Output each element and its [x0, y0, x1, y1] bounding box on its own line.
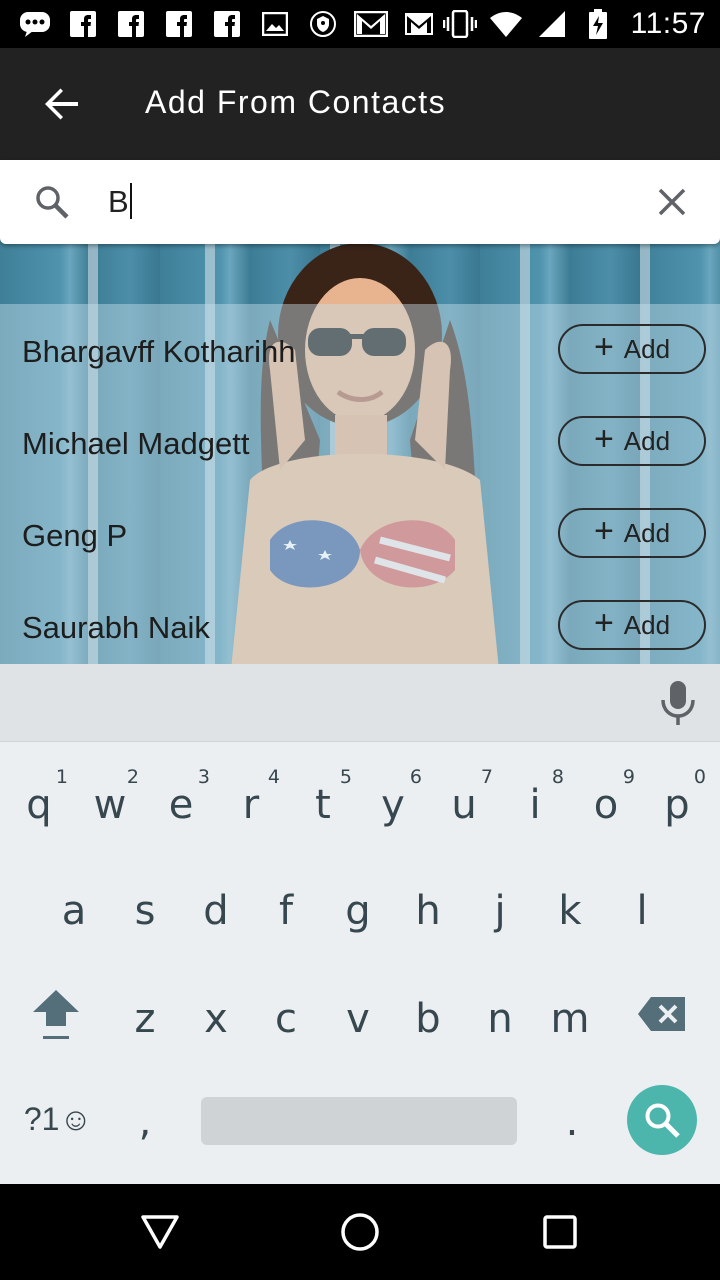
- shift-icon: [33, 990, 79, 1039]
- contact-name: Geng P: [22, 518, 128, 553]
- key-b[interactable]: b: [393, 966, 463, 1066]
- search-input[interactable]: [108, 178, 628, 226]
- key-i[interactable]: 8i: [500, 752, 570, 852]
- chat-icon: [18, 9, 52, 39]
- close-icon: [658, 188, 686, 216]
- nav-home-button[interactable]: [340, 1212, 380, 1252]
- key-e[interactable]: 3e: [146, 752, 216, 852]
- clear-search-button[interactable]: [648, 178, 696, 226]
- key-f[interactable]: f: [251, 858, 321, 958]
- notification-icons: [18, 8, 436, 40]
- search-icon: [645, 1103, 680, 1138]
- image-icon: [258, 9, 292, 39]
- list-item: Bhargavff Kotharihh + Add: [0, 304, 720, 396]
- nav-back-button[interactable]: [140, 1212, 180, 1252]
- key-q[interactable]: 1q: [4, 752, 74, 852]
- key-a[interactable]: a: [39, 858, 109, 958]
- period-key[interactable]: .: [537, 1069, 607, 1169]
- facebook-icon: [210, 9, 244, 39]
- key-p[interactable]: 0p: [642, 752, 712, 852]
- comma-key[interactable]: ,: [110, 1069, 180, 1169]
- microphone-icon: [661, 681, 695, 725]
- key-j[interactable]: j: [465, 858, 535, 958]
- contact-name: Bhargavff Kotharihh: [22, 334, 296, 369]
- key-z[interactable]: z: [110, 966, 180, 1066]
- list-item: Michael Madgett + Add: [0, 396, 720, 488]
- key-s[interactable]: s: [110, 858, 180, 958]
- key-w[interactable]: 2w: [75, 752, 145, 852]
- add-label: Add: [623, 333, 671, 364]
- page-title: Add From Contacts: [145, 84, 447, 120]
- status-bar: 11:57: [0, 0, 720, 48]
- search-bar: [0, 160, 720, 244]
- add-label: Add: [623, 425, 671, 456]
- gmail-icon: [354, 9, 388, 39]
- shift-key[interactable]: [16, 964, 96, 1064]
- nav-recents-button[interactable]: [540, 1212, 580, 1252]
- plus-icon: +: [593, 328, 614, 366]
- key-x[interactable]: x: [181, 966, 251, 1066]
- search-icon: [30, 182, 74, 222]
- list-item: Saurabh Naik + Add: [0, 580, 720, 672]
- facebook-icon: [162, 9, 196, 39]
- key-y[interactable]: 6y: [358, 752, 428, 852]
- list-item: Geng P + Add: [0, 488, 720, 580]
- add-label: Add: [623, 609, 671, 640]
- key-k[interactable]: k: [535, 858, 605, 958]
- plus-icon: +: [593, 512, 614, 550]
- add-contact-button[interactable]: + Add: [558, 600, 706, 650]
- facebook-icon: [66, 9, 100, 39]
- suggestion-strip: [0, 664, 720, 742]
- gmail-icon: [402, 9, 436, 39]
- plus-icon: +: [593, 604, 614, 642]
- app-bar: Add From Contacts: [0, 48, 720, 160]
- key-r[interactable]: 4r: [216, 752, 286, 852]
- square-recents-icon: [543, 1215, 577, 1249]
- back-button[interactable]: [30, 72, 94, 136]
- key-h[interactable]: h: [393, 858, 463, 958]
- key-d[interactable]: d: [181, 858, 251, 958]
- key-c[interactable]: c: [251, 966, 321, 1066]
- key-g[interactable]: g: [323, 858, 393, 958]
- symbols-key[interactable]: ?1☺: [18, 1089, 98, 1149]
- clock: 11:57: [630, 7, 706, 40]
- key-n[interactable]: n: [465, 966, 535, 1066]
- navigation-bar: [0, 1184, 720, 1280]
- key-o[interactable]: 9o: [571, 752, 641, 852]
- key-l[interactable]: l: [607, 858, 677, 958]
- add-contact-button[interactable]: + Add: [558, 324, 706, 374]
- space-key[interactable]: [201, 1097, 517, 1145]
- facebook-icon: [114, 9, 148, 39]
- add-contact-button[interactable]: + Add: [558, 508, 706, 558]
- add-contact-button[interactable]: + Add: [558, 416, 706, 466]
- arrow-back-icon: [45, 88, 78, 120]
- backspace-key[interactable]: [622, 964, 702, 1064]
- shield-icon: [306, 9, 340, 39]
- signal-icon: [535, 9, 569, 39]
- battery-charging-icon: [581, 9, 615, 39]
- search-action-key[interactable]: [627, 1085, 697, 1155]
- vibrate-icon: [442, 9, 477, 39]
- key-u[interactable]: 7u: [429, 752, 499, 852]
- text-caret: [130, 183, 132, 219]
- voice-input-button[interactable]: [660, 680, 696, 726]
- triangle-back-icon: [141, 1215, 179, 1249]
- key-v[interactable]: v: [323, 966, 393, 1066]
- plus-icon: +: [593, 420, 614, 458]
- add-label: Add: [623, 517, 671, 548]
- contact-name: Michael Madgett: [22, 426, 250, 461]
- key-t[interactable]: 5t: [288, 752, 358, 852]
- contact-name: Saurabh Naik: [22, 610, 210, 645]
- wifi-icon: [489, 9, 523, 39]
- system-icons: 11:57: [442, 7, 706, 40]
- backspace-icon: [638, 997, 685, 1031]
- key-m[interactable]: m: [535, 966, 605, 1066]
- soft-keyboard: 1q 2w 3e 4r 5t 6y 7u 8i 9o 0p a s d f g …: [0, 664, 720, 1184]
- circle-home-icon: [341, 1213, 379, 1251]
